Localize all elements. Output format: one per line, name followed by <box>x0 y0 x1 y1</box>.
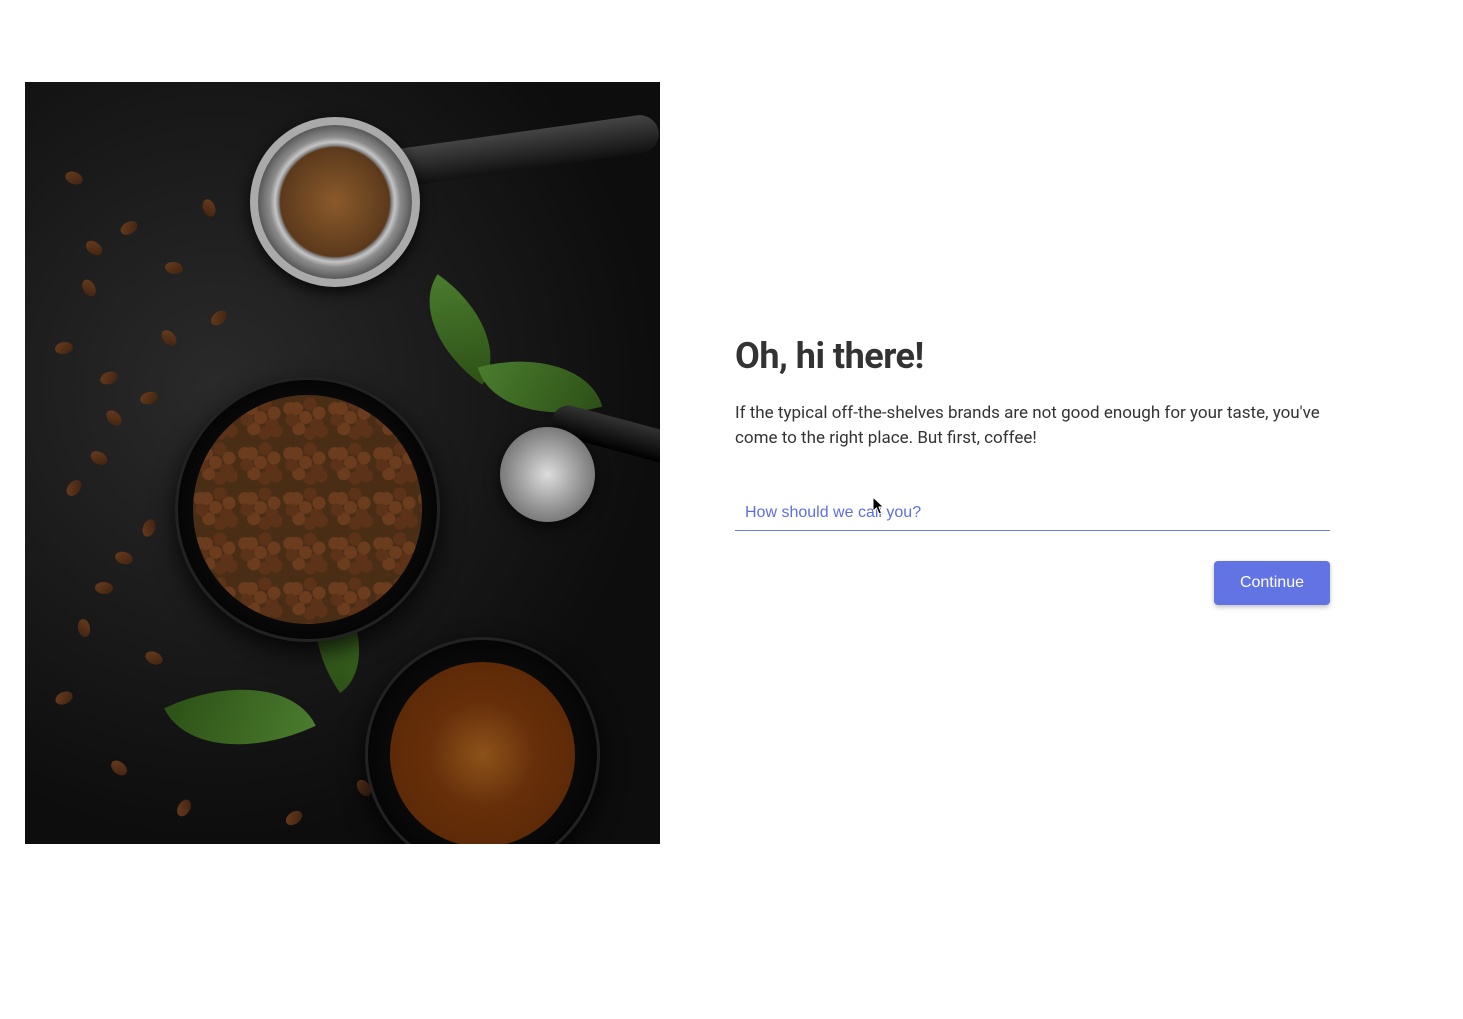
continue-button[interactable]: Continue <box>1214 561 1330 605</box>
button-row: Continue <box>735 561 1330 605</box>
page-container: Oh, hi there! If the typical off-the-she… <box>0 0 1463 1019</box>
name-field-wrap <box>735 498 1330 531</box>
name-input[interactable] <box>735 498 1330 531</box>
onboarding-form: Oh, hi there! If the typical off-the-she… <box>660 0 1420 1019</box>
intro-text: If the typical off-the-shelves brands ar… <box>735 401 1330 450</box>
page-title: Oh, hi there! <box>735 335 1330 377</box>
ground-coffee-bowl <box>365 637 600 844</box>
hero-image <box>25 82 660 844</box>
coffee-scene-illustration <box>25 82 660 844</box>
leaf-icon <box>164 653 316 780</box>
coffee-bean-bowl <box>175 377 440 642</box>
